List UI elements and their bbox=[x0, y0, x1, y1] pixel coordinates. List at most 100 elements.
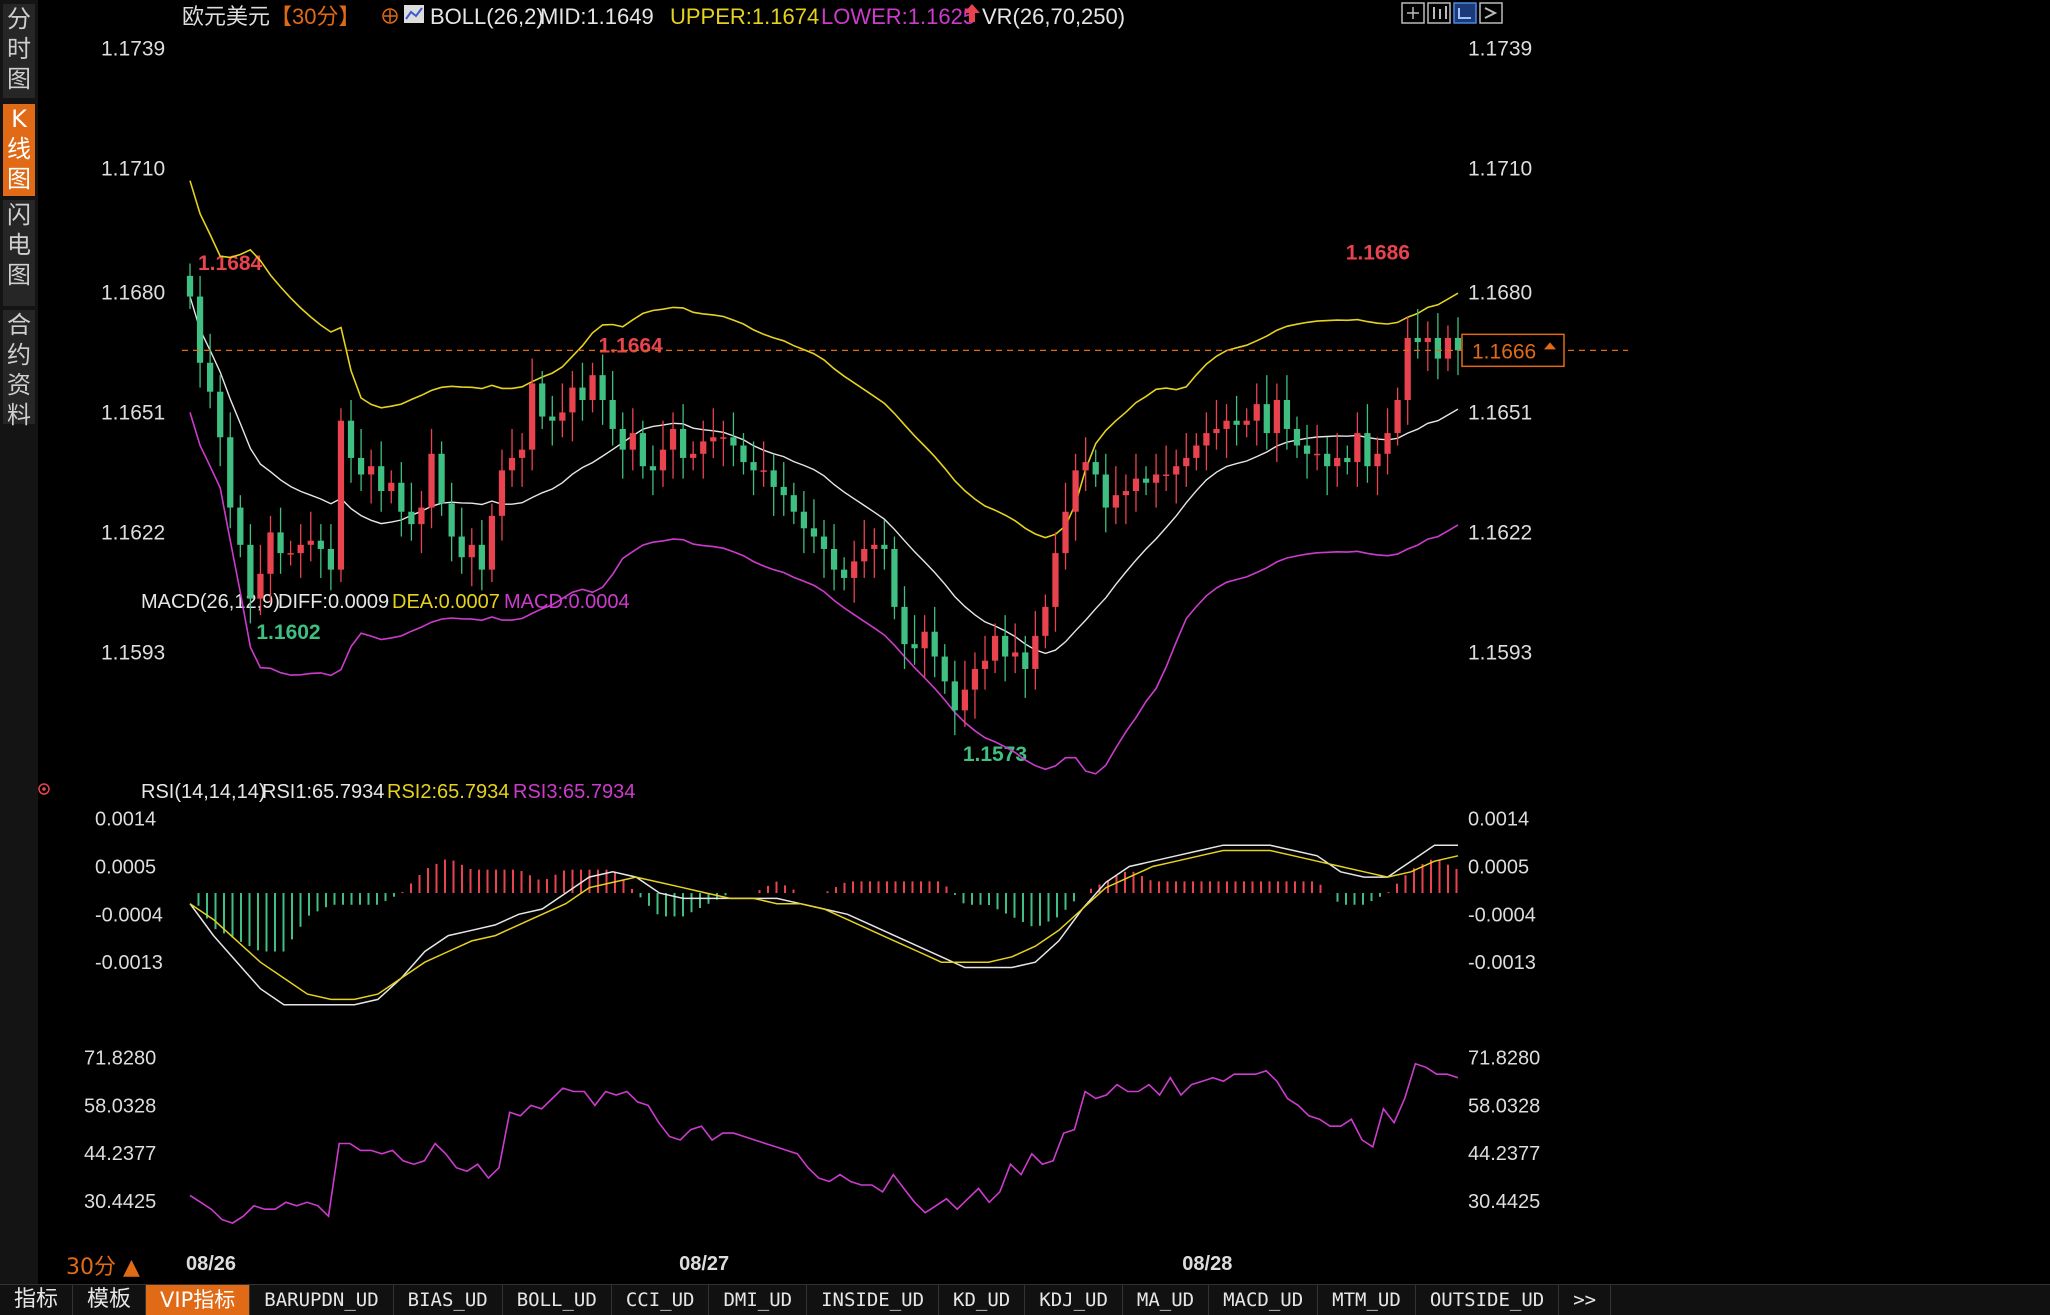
macd-y-tick-right: -0.0004 bbox=[1468, 904, 1536, 926]
rsi-y-tick-right: 71.8280 bbox=[1468, 1048, 1540, 1070]
candle-body bbox=[418, 507, 425, 525]
candle-body bbox=[1062, 511, 1069, 554]
macd-y-tick-right: 0.0005 bbox=[1468, 856, 1529, 878]
line-mode-icon[interactable] bbox=[1453, 2, 1477, 24]
candle-body bbox=[931, 631, 938, 657]
indicator-tab-12[interactable]: MACD_UD bbox=[1209, 1285, 1319, 1315]
candle-body bbox=[901, 606, 908, 645]
left-tab-0[interactable]: 分时图 bbox=[3, 4, 35, 98]
main-y-tick-left: 1.1680 bbox=[101, 281, 165, 304]
macd-y-tick-left: 0.0005 bbox=[95, 856, 156, 878]
candle-body bbox=[1112, 495, 1119, 508]
candle-body bbox=[1193, 445, 1200, 458]
candle-body bbox=[1243, 420, 1250, 425]
candle-body bbox=[951, 681, 958, 711]
x-axis-date: 08/28 bbox=[1182, 1253, 1232, 1275]
candle-body bbox=[1384, 433, 1391, 454]
indicator-tab-14[interactable]: OUTSIDE_UD bbox=[1416, 1285, 1560, 1315]
indicator-tab-7[interactable]: DMI_UD bbox=[709, 1285, 808, 1315]
macd-y-tick-left: 0.0014 bbox=[95, 809, 156, 831]
candle-body bbox=[498, 470, 506, 516]
candle-body bbox=[1213, 428, 1220, 434]
indicator-tab-11[interactable]: MA_UD bbox=[1123, 1285, 1210, 1315]
candle-body bbox=[881, 544, 888, 549]
candle-body bbox=[740, 445, 747, 463]
candle-body bbox=[1233, 420, 1240, 425]
candle-body bbox=[1424, 337, 1431, 343]
candle-body bbox=[1374, 453, 1381, 467]
symbol-title: 欧元美元 bbox=[182, 4, 270, 29]
candle-body bbox=[569, 387, 576, 413]
candle-body bbox=[1032, 635, 1039, 669]
candle-body bbox=[508, 457, 516, 471]
indicator-tab-8[interactable]: INSIDE_UD bbox=[807, 1285, 940, 1315]
indicator-tab-3[interactable]: BARUPDN_UD bbox=[250, 1285, 394, 1315]
rsi-y-tick-left: 44.2377 bbox=[84, 1143, 156, 1165]
candle-body bbox=[539, 383, 546, 417]
rsi-y-tick-right: 30.4425 bbox=[1468, 1191, 1540, 1213]
candle-body bbox=[760, 470, 767, 472]
x-axis-date: 08/27 bbox=[679, 1253, 729, 1275]
candle-body bbox=[1414, 337, 1421, 343]
candle-body bbox=[851, 561, 858, 578]
candle-body bbox=[378, 466, 385, 492]
candle-body bbox=[1122, 491, 1130, 496]
period-selector[interactable]: 30分 ▲ bbox=[66, 1249, 140, 1281]
candle-body bbox=[659, 449, 667, 471]
candle-body bbox=[1253, 404, 1260, 421]
macd-y-tick-right: -0.0013 bbox=[1468, 952, 1536, 974]
candle-body bbox=[207, 362, 214, 392]
candle-body bbox=[549, 416, 556, 421]
candle-body bbox=[589, 375, 596, 400]
candle-body bbox=[790, 495, 797, 512]
candle-body bbox=[388, 482, 395, 492]
candle-body bbox=[247, 544, 254, 599]
indicator-tab-0[interactable]: 指标 bbox=[0, 1285, 74, 1315]
candle-body bbox=[961, 689, 969, 711]
macd-hist-value: MACD:0.0004 bbox=[504, 591, 630, 613]
candle-body bbox=[911, 644, 918, 649]
candle-body bbox=[1263, 404, 1270, 434]
indicator-tab-2[interactable]: VIP指标 bbox=[146, 1285, 251, 1315]
candle-body bbox=[861, 548, 868, 562]
indicator-tab-5[interactable]: BOLL_UD bbox=[503, 1285, 612, 1315]
candle-body bbox=[478, 544, 485, 570]
indicator-tab-4[interactable]: BIAS_UD bbox=[394, 1285, 503, 1315]
indicator-tab-15[interactable]: >> bbox=[1559, 1285, 1612, 1315]
candle-body bbox=[871, 544, 878, 549]
price-annotation: 1.1686 bbox=[1346, 242, 1410, 265]
candle-body bbox=[287, 553, 294, 555]
candle-body bbox=[669, 428, 677, 450]
left-tab-1[interactable]: K线图 bbox=[3, 104, 35, 196]
indicator-tab-13[interactable]: MTM_UD bbox=[1318, 1285, 1416, 1315]
macd-y-tick-left: -0.0013 bbox=[95, 952, 163, 974]
candle-body bbox=[277, 532, 284, 554]
main-y-tick-right: 1.1739 bbox=[1468, 37, 1532, 60]
candle-body bbox=[1313, 453, 1321, 456]
main-y-tick-left: 1.1739 bbox=[101, 37, 165, 60]
rsi-y-tick-right: 58.0328 bbox=[1468, 1095, 1540, 1117]
candle-body bbox=[1394, 400, 1401, 434]
indicator-tab-1[interactable]: 模板 bbox=[73, 1285, 147, 1315]
price-annotation: 1.1602 bbox=[256, 621, 320, 644]
candle-body bbox=[820, 536, 828, 549]
left-tab-2[interactable]: 闪电图 bbox=[3, 200, 35, 306]
rsi-label: RSI(14,14,14) bbox=[141, 781, 266, 803]
left-tab-3[interactable]: 合约资料 bbox=[3, 310, 35, 429]
candle-body bbox=[770, 470, 777, 487]
main-y-tick-left: 1.1593 bbox=[101, 641, 165, 664]
candle-body bbox=[1042, 606, 1049, 636]
candle-body bbox=[1303, 445, 1311, 454]
candle-body bbox=[307, 540, 314, 545]
candle-body bbox=[1052, 553, 1059, 607]
candle-body bbox=[1092, 462, 1099, 475]
rsi-y-tick-right: 44.2377 bbox=[1468, 1143, 1540, 1165]
indicator-tab-10[interactable]: KDJ_UD bbox=[1025, 1285, 1123, 1315]
candle-body bbox=[1434, 337, 1441, 359]
vr-label: VR(26,70,250) bbox=[982, 4, 1125, 29]
indicator-tab-9[interactable]: KD_UD bbox=[939, 1285, 1026, 1315]
rsi-y-tick-left: 30.4425 bbox=[84, 1191, 156, 1213]
candle-body bbox=[398, 482, 405, 512]
candle-body bbox=[1364, 433, 1371, 467]
indicator-tab-6[interactable]: CCI_UD bbox=[612, 1285, 710, 1315]
